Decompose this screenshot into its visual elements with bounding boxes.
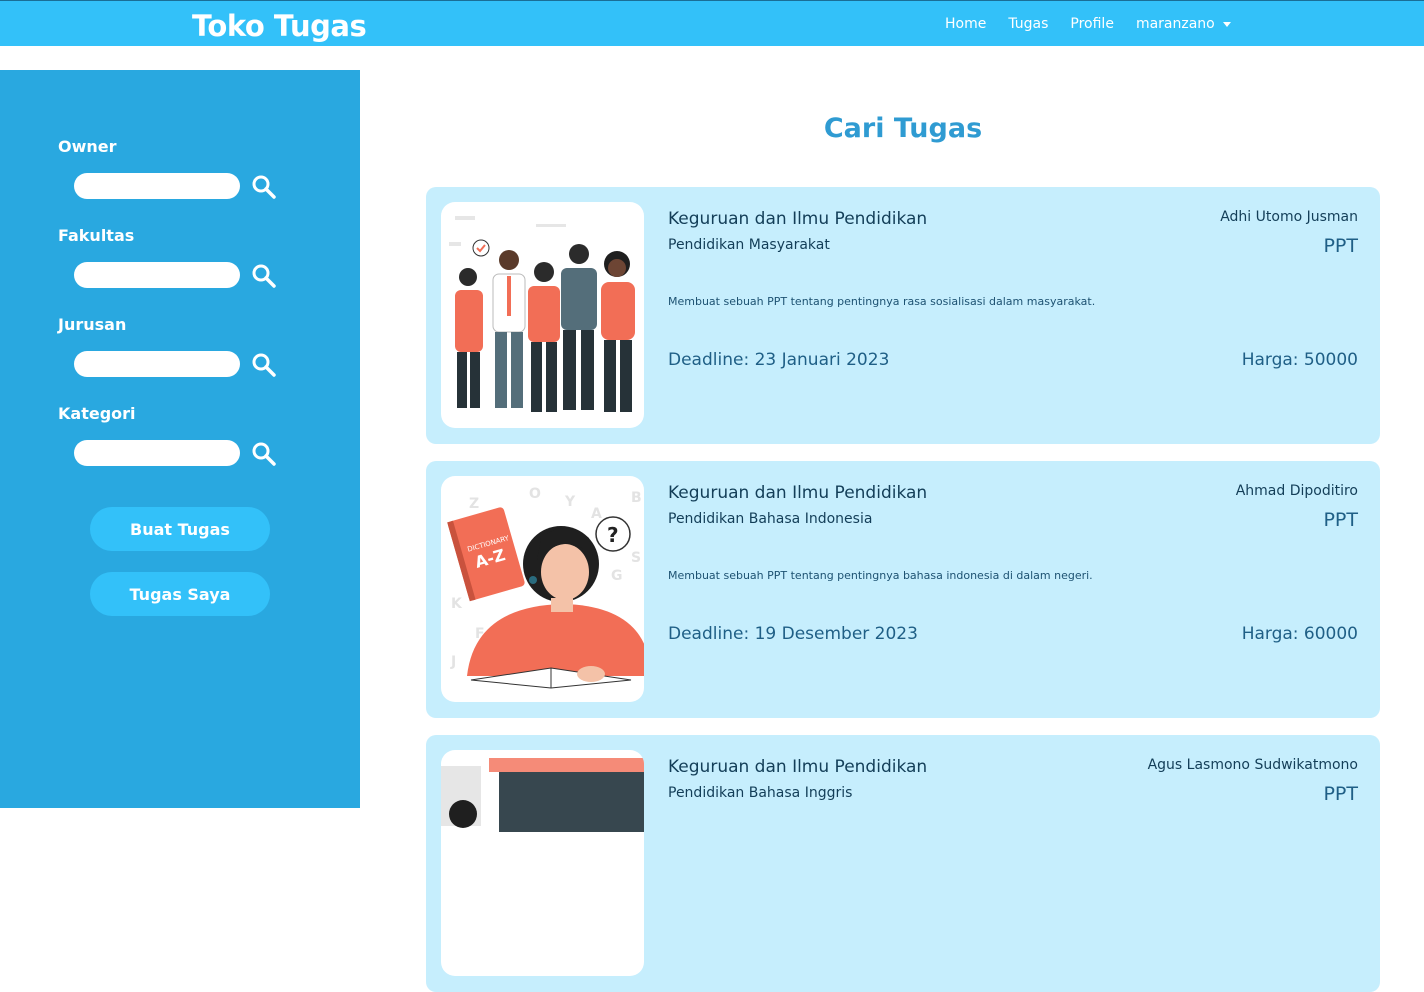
filter-label-fakultas: Fakultas: [58, 226, 135, 245]
card-owner: Agus Lasmono Sudwikatmono: [1147, 757, 1358, 773]
task-card[interactable]: Keguruan dan Ilmu Pendidikan Pendidikan …: [426, 735, 1380, 992]
classroom-illustration: [441, 758, 644, 832]
card-faculty: Keguruan dan Ilmu Pendidikan: [668, 483, 928, 503]
card-category: PPT: [1323, 235, 1358, 257]
task-card[interactable]: Keguruan dan Ilmu Pendidikan Pendidikan …: [426, 187, 1380, 444]
kategori-search-input[interactable]: [74, 440, 240, 466]
user-name: maranzano: [1135, 16, 1215, 32]
filter-sidebar: Owner Fakultas Jurusan Kategori Buat Tug…: [0, 70, 360, 808]
card-price: Harga: 50000: [1241, 350, 1358, 370]
svg-text:B: B: [631, 490, 642, 506]
task-thumbnail: [441, 202, 644, 428]
card-owner: Ahmad Dipoditiro: [1235, 483, 1358, 499]
card-deadline: Deadline: 19 Desember 2023: [668, 624, 918, 644]
svg-text:A: A: [591, 506, 602, 522]
svg-text:K: K: [451, 596, 463, 612]
card-price: Harga: 60000: [1241, 624, 1358, 644]
card-major: Pendidikan Bahasa Inggris: [668, 785, 853, 801]
nav-link-home[interactable]: Home: [945, 16, 986, 32]
nav-link-tugas[interactable]: Tugas: [1008, 16, 1048, 32]
nav-link-profile[interactable]: Profile: [1070, 16, 1114, 32]
card-faculty: Keguruan dan Ilmu Pendidikan: [668, 209, 928, 229]
buat-tugas-button[interactable]: Buat Tugas: [90, 507, 270, 551]
svg-text:O: O: [529, 486, 541, 502]
top-navbar: Toko Tugas Home Tugas Profile maranzano: [0, 0, 1424, 46]
filter-label-jurusan: Jurusan: [58, 315, 127, 334]
caret-down-icon: [1222, 21, 1231, 27]
owner-search-icon[interactable]: [250, 173, 278, 201]
svg-text:G: G: [611, 568, 623, 584]
tugas-saya-button[interactable]: Tugas Saya: [90, 572, 270, 616]
fakultas-search-input[interactable]: [74, 262, 240, 288]
card-category: PPT: [1323, 783, 1358, 805]
fakultas-search-icon[interactable]: [250, 262, 278, 290]
card-major: Pendidikan Masyarakat: [668, 237, 830, 253]
user-dropdown[interactable]: maranzano: [1136, 16, 1231, 32]
filter-label-owner: Owner: [58, 137, 117, 156]
kategori-search-icon[interactable]: [250, 440, 278, 468]
svg-text:Z: Z: [469, 496, 479, 512]
filter-label-kategori: Kategori: [58, 404, 136, 423]
svg-text:J: J: [450, 654, 456, 670]
page-title: Cari Tugas: [823, 113, 983, 144]
task-thumbnail: [441, 750, 644, 976]
people-group-illustration: [449, 216, 635, 412]
card-owner: Adhi Utomo Jusman: [1220, 209, 1358, 225]
svg-text:?: ?: [607, 523, 619, 547]
jurusan-search-icon[interactable]: [250, 351, 278, 379]
jurusan-search-input[interactable]: [74, 351, 240, 377]
card-description: Membuat sebuah PPT tentang pentingnya ra…: [668, 295, 1096, 308]
brand-logo[interactable]: Toko Tugas: [192, 9, 367, 43]
card-faculty: Keguruan dan Ilmu Pendidikan: [668, 757, 928, 777]
svg-text:S: S: [631, 550, 641, 566]
card-category: PPT: [1323, 509, 1358, 531]
owner-search-input[interactable]: [74, 173, 240, 199]
task-card[interactable]: ZOY ABK SGT JEF DICTIONARY A-Z ?: [426, 461, 1380, 718]
card-major: Pendidikan Bahasa Indonesia: [668, 511, 873, 527]
reading-dictionary-illustration: ZOY ABK SGT JEF DICTIONARY A-Z ?: [447, 486, 644, 689]
task-thumbnail: ZOY ABK SGT JEF DICTIONARY A-Z ?: [441, 476, 644, 702]
card-deadline: Deadline: 23 Januari 2023: [668, 350, 890, 370]
svg-text:Y: Y: [564, 494, 576, 510]
card-description: Membuat sebuah PPT tentang pentingnya ba…: [668, 569, 1093, 582]
nav-links: Home Tugas Profile maranzano: [945, 16, 1231, 32]
